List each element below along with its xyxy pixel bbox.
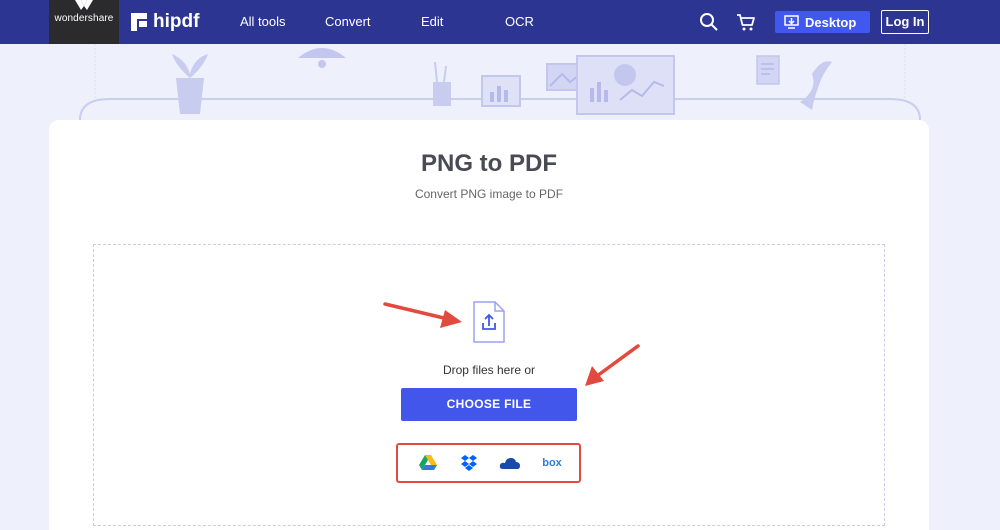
wondershare-logo[interactable]: wondershare [49, 0, 119, 44]
page-subtitle: Convert PNG image to PDF [414, 187, 564, 201]
upload-file-icon[interactable] [472, 301, 506, 343]
dropbox-button[interactable] [459, 454, 479, 472]
desktop-button-label: Desktop [805, 14, 857, 30]
choose-file-button[interactable]: CHOOSE FILE [401, 388, 577, 421]
hipdf-wordmark: hipdf [153, 11, 200, 32]
onedrive-button[interactable] [498, 454, 522, 472]
cart-icon[interactable] [736, 12, 756, 32]
header-illustration [79, 44, 921, 121]
nav-convert[interactable]: Convert [325, 14, 371, 29]
nav-all-tools[interactable]: All tools [240, 14, 286, 29]
hipdf-logo[interactable]: hipdf [131, 11, 200, 32]
cloud-sources-highlight: box [396, 443, 581, 483]
search-icon[interactable] [699, 12, 719, 32]
top-navigation-bar: wondershare hipdf All tools Convert Edit… [0, 0, 1000, 44]
google-drive-button[interactable] [418, 454, 438, 472]
wondershare-mark-icon [75, 0, 93, 10]
login-button[interactable]: Log In [881, 10, 929, 34]
google-drive-icon [419, 455, 437, 470]
box-icon: box [542, 457, 562, 469]
desktop-download-icon [784, 15, 799, 29]
nav-ocr[interactable]: OCR [505, 14, 534, 29]
onedrive-icon [499, 458, 520, 469]
file-drop-zone[interactable] [93, 244, 885, 526]
hipdf-mark-icon [131, 13, 147, 31]
converter-card: PNG to PDF Convert PNG image to PDF Drop… [49, 120, 929, 530]
drop-files-text: Drop files here or [442, 363, 536, 377]
wondershare-wordmark: wondershare [54, 13, 114, 24]
page-title: PNG to PDF [421, 150, 557, 177]
nav-edit[interactable]: Edit [421, 14, 443, 29]
desktop-download-button[interactable]: Desktop [775, 11, 870, 33]
dropbox-icon [461, 455, 477, 471]
box-button[interactable]: box [540, 454, 564, 472]
